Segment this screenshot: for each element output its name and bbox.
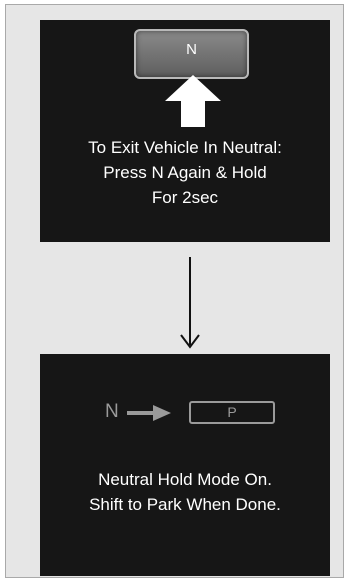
gear-indicator-from: N	[105, 401, 119, 422]
neutral-button-label: N	[186, 41, 197, 58]
gear-indicator-to: P	[189, 401, 275, 424]
up-arrow-icon	[165, 75, 221, 127]
exit-neutral-message: To Exit Vehicle In Neutral: Press N Agai…	[40, 135, 330, 210]
message-line: Neutral Hold Mode On.	[98, 470, 272, 489]
down-arrow-icon	[180, 257, 200, 349]
message-line: For 2sec	[151, 188, 219, 207]
message-line: Shift to Park When Done.	[89, 495, 281, 514]
right-arrow-icon	[127, 405, 171, 421]
neutral-hold-message: Neutral Hold Mode On. Shift to Park When…	[40, 467, 330, 517]
display-screen-step-2: N P Neutral Hold Mode On. Shift to Park …	[40, 354, 330, 576]
instruction-panel: N To Exit Vehicle In Neutral: Press N Ag…	[5, 4, 344, 578]
message-line: To Exit Vehicle In Neutral:	[88, 138, 282, 157]
neutral-button: N	[134, 29, 249, 79]
message-line: Press N Again & Hold	[103, 163, 267, 182]
display-screen-step-1: N To Exit Vehicle In Neutral: Press N Ag…	[40, 20, 330, 242]
